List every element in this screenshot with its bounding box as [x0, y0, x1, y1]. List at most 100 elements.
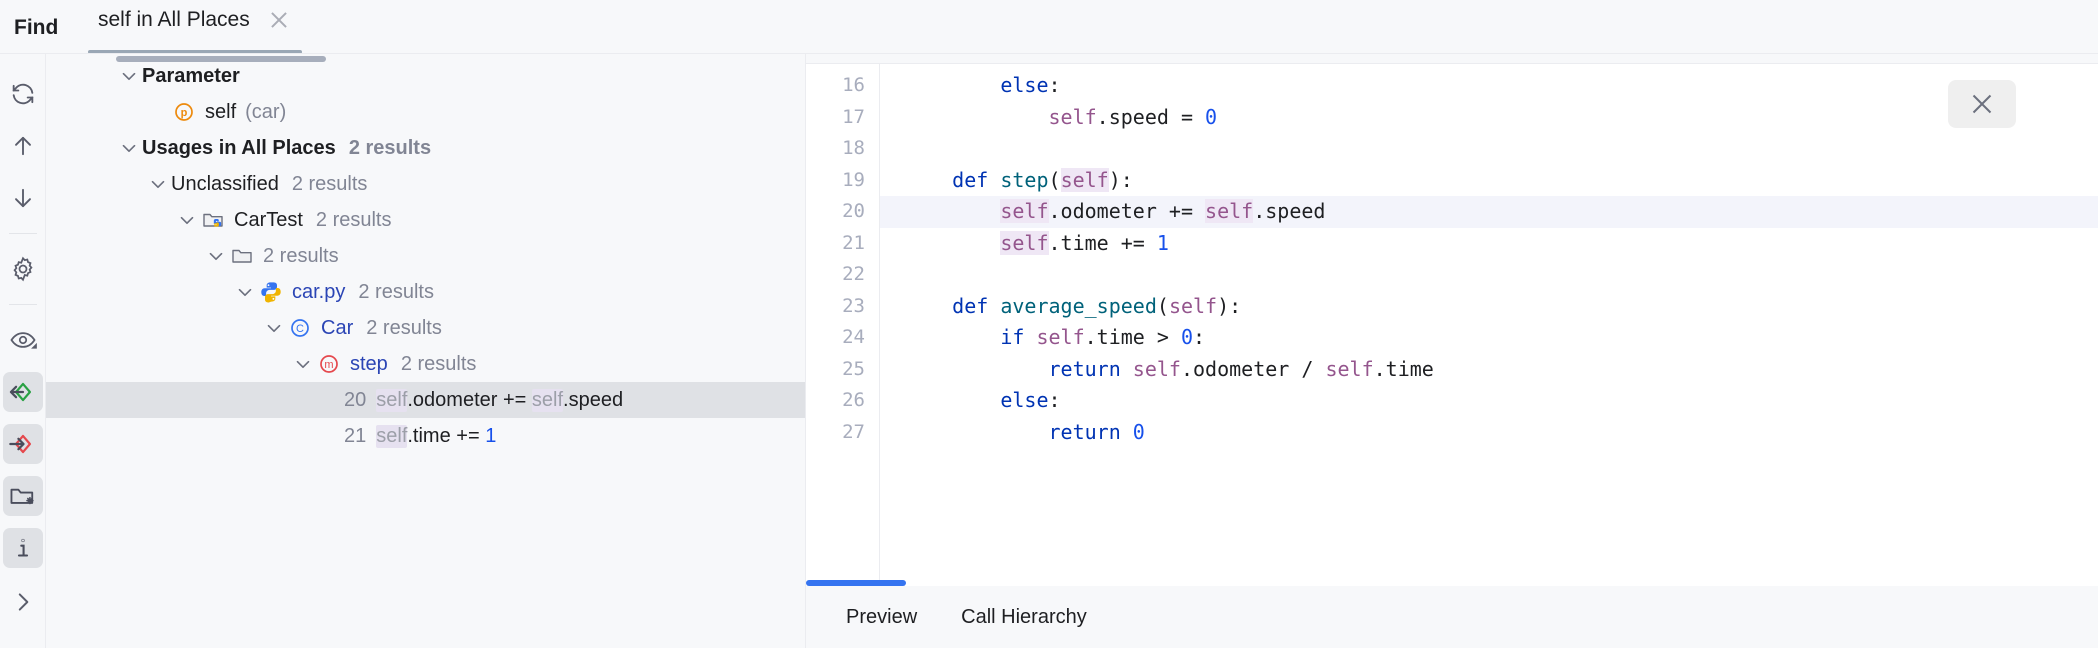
- code-line[interactable]: return self.odometer / self.time: [880, 354, 2098, 386]
- code-token: average_speed: [1000, 294, 1157, 318]
- code-token: [904, 388, 1000, 412]
- tree-row-label: CarTest: [234, 209, 303, 232]
- tree-row-folder[interactable]: 2 results: [46, 238, 805, 274]
- code-token: def: [952, 294, 988, 318]
- code-line[interactable]: self.time += 1: [880, 228, 2098, 260]
- chevron-down-icon[interactable]: [116, 135, 142, 161]
- show-usage-info-icon[interactable]: [3, 528, 43, 568]
- tab-preview[interactable]: Preview: [828, 597, 935, 638]
- tree-horizontal-scrollbar[interactable]: [116, 56, 326, 62]
- code-token: (: [1157, 294, 1169, 318]
- code-token: ):: [1217, 294, 1241, 318]
- code-token: if: [1000, 325, 1024, 349]
- tree-row-carpy[interactable]: car.py2 results: [46, 274, 805, 310]
- code-line[interactable]: self.speed = 0: [880, 102, 2098, 134]
- result-code-fragment: self: [376, 389, 407, 412]
- code-line[interactable]: [880, 133, 2098, 165]
- code-area[interactable]: else: self.speed = 0 def step(self): sel…: [880, 64, 2098, 586]
- code-token: .time +=: [1049, 231, 1157, 255]
- chevron-down-icon[interactable]: [145, 171, 171, 197]
- code-token: [904, 294, 952, 318]
- show-write-access-icon[interactable]: [3, 424, 43, 464]
- rerun-search-icon[interactable]: [3, 74, 43, 114]
- chevron-down-icon[interactable]: [203, 243, 229, 269]
- code-token: [904, 357, 1049, 381]
- tree-row-usages[interactable]: Usages in All Places2 results: [46, 130, 805, 166]
- code-line[interactable]: return 0: [880, 417, 2098, 449]
- code-line[interactable]: [880, 259, 2098, 291]
- code-token: [988, 168, 1000, 192]
- previous-occurrence-icon[interactable]: [3, 126, 43, 166]
- group-by-directory-icon[interactable]: [3, 476, 43, 516]
- code-token: self: [1325, 357, 1373, 381]
- tree-row-unclassified[interactable]: Unclassified2 results: [46, 166, 805, 202]
- chevron-down-icon[interactable]: [116, 63, 142, 89]
- code-line[interactable]: def average_speed(self):: [880, 291, 2098, 323]
- code-token: ):: [1109, 168, 1133, 192]
- code-token: [1024, 325, 1036, 349]
- code-token: [1121, 357, 1133, 381]
- code-token: self: [1169, 294, 1217, 318]
- tree-row-result-20[interactable]: 20self.odometer += self.speed: [46, 382, 805, 418]
- code-preview-editor[interactable]: 161718192021222324252627 else: self.spee…: [806, 63, 2098, 586]
- code-token: return: [1049, 357, 1121, 381]
- line-number: 20: [806, 196, 879, 228]
- tab-self-in-all-places[interactable]: self in All Places: [80, 0, 310, 54]
- result-line-number: 21: [344, 425, 366, 448]
- toolbar-divider: [9, 233, 37, 234]
- parameter-p-icon: p: [171, 99, 197, 125]
- code-token: [904, 73, 1000, 97]
- close-icon[interactable]: [1948, 80, 2016, 128]
- python-module-icon: [200, 207, 226, 233]
- code-token: [904, 168, 952, 192]
- code-token: [988, 294, 1000, 318]
- tree-row-car-class[interactable]: CCar2 results: [46, 310, 805, 346]
- tree-row-label: self: [205, 101, 236, 124]
- next-occurrence-icon[interactable]: [3, 178, 43, 218]
- tree-row-count: 2 results: [349, 137, 431, 160]
- close-icon[interactable]: [266, 7, 292, 33]
- code-line[interactable]: self.odometer += self.speed: [880, 196, 2098, 228]
- line-number: 21: [806, 228, 879, 260]
- tree-row-subtitle: (car): [245, 101, 286, 124]
- chevron-down-icon[interactable]: [261, 315, 287, 341]
- code-token: :: [1049, 73, 1061, 97]
- line-number: 17: [806, 102, 879, 134]
- tree-row-parameter[interactable]: Parameter: [46, 58, 805, 94]
- code-token: (: [1049, 168, 1061, 192]
- tree-row-result-21[interactable]: 21self.time += 1: [46, 418, 805, 454]
- editor-horizontal-scrollbar[interactable]: [806, 580, 906, 586]
- code-token: :: [1049, 388, 1061, 412]
- code-line[interactable]: if self.time > 0:: [880, 322, 2098, 354]
- tree-row-step-method[interactable]: mstep2 results: [46, 346, 805, 382]
- code-token: 1: [1157, 231, 1169, 255]
- show-read-access-icon[interactable]: [3, 372, 43, 412]
- code-token: step: [1000, 168, 1048, 192]
- code-token: self: [1049, 105, 1097, 129]
- code-token: else: [1000, 388, 1048, 412]
- code-token: 0: [1181, 325, 1193, 349]
- code-token: .speed =: [1097, 105, 1205, 129]
- code-line[interactable]: def step(self):: [880, 165, 2098, 197]
- tab-call-hierarchy[interactable]: Call Hierarchy: [943, 597, 1105, 638]
- code-token: 0: [1133, 420, 1145, 444]
- tree-row-cartest[interactable]: CarTest2 results: [46, 202, 805, 238]
- chevron-down-icon[interactable]: [290, 351, 316, 377]
- code-token: else: [1000, 73, 1048, 97]
- result-code-fragment: self: [376, 425, 407, 448]
- class-c-icon: C: [287, 315, 313, 341]
- code-line[interactable]: else:: [880, 385, 2098, 417]
- code-token: [1121, 420, 1133, 444]
- settings-gear-icon[interactable]: [3, 249, 43, 289]
- tree-row-self-car[interactable]: pself (car): [46, 94, 805, 130]
- code-token: self: [1133, 357, 1181, 381]
- code-line[interactable]: else:: [880, 70, 2098, 102]
- tree-indent-spacer: [145, 99, 171, 125]
- preview-eye-icon[interactable]: [3, 320, 43, 360]
- find-header: Find self in All Places: [0, 0, 2098, 54]
- chevron-down-icon[interactable]: [174, 207, 200, 233]
- code-token: .time: [1374, 357, 1434, 381]
- chevron-right-icon[interactable]: [3, 582, 43, 622]
- chevron-down-icon[interactable]: [232, 279, 258, 305]
- results-tree[interactable]: Parameterpself(car)Usages in All Places2…: [46, 54, 806, 648]
